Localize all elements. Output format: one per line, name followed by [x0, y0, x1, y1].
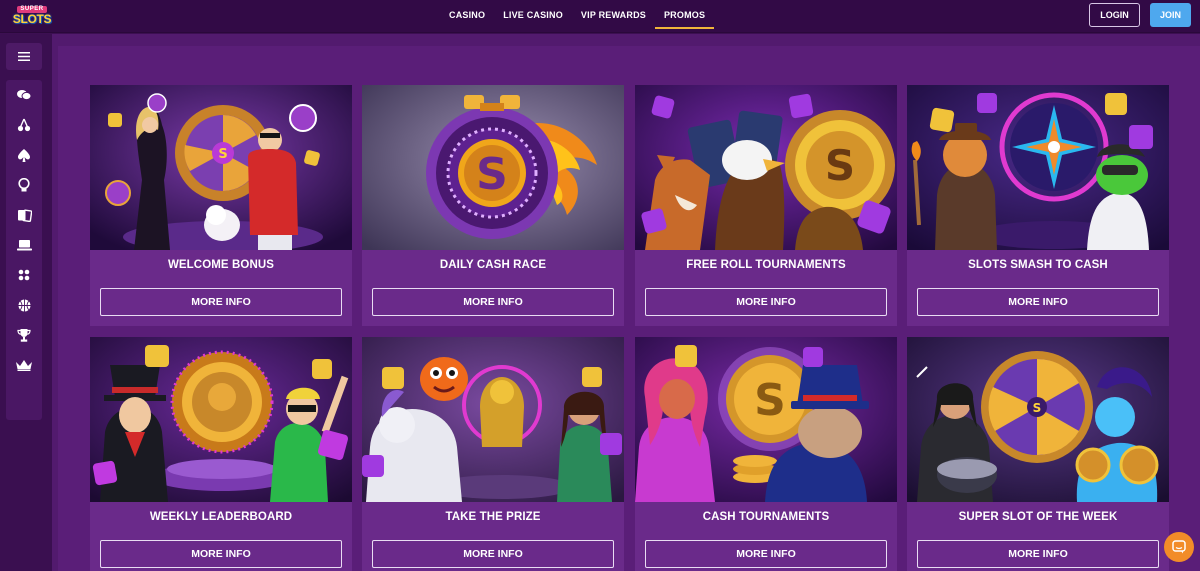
- sidebar-category-list: [6, 80, 42, 420]
- more-info-button[interactable]: MORE INFO: [917, 540, 1159, 568]
- promo-title: SLOTS SMASH TO CASH: [968, 259, 1108, 271]
- ball-machine-icon[interactable]: [6, 173, 42, 197]
- promo-image[interactable]: S: [635, 85, 897, 250]
- svg-text:S: S: [476, 149, 508, 200]
- promo-card: SLOTS SMASH TO CASH MORE INFO: [907, 85, 1169, 326]
- promo-card: S SUPER SLOT OF THE WEEK MORE INFO: [907, 337, 1169, 571]
- super-slots-logo[interactable]: SUPER SLOTS: [11, 4, 53, 28]
- promo-card: S CASH TOURNAMENTS MORE INFO: [635, 337, 897, 571]
- promo-title: SUPER SLOT OF THE WEEK: [958, 511, 1118, 523]
- promo-title: WEEKLY LEADERBOARD: [149, 511, 293, 523]
- promo-image[interactable]: S: [362, 85, 624, 250]
- promo-image[interactable]: S: [907, 337, 1169, 502]
- trophy-icon[interactable]: [6, 323, 42, 347]
- more-info-button[interactable]: MORE INFO: [372, 288, 614, 316]
- promo-card: WEEKLY LEADERBOARD MORE INFO: [90, 337, 352, 571]
- more-info-button[interactable]: MORE INFO: [645, 540, 887, 568]
- dots-grid-icon[interactable]: [6, 263, 42, 287]
- promo-title: CASH TOURNAMENTS: [702, 511, 830, 523]
- promo-card: TAKE THE PRIZE MORE INFO: [362, 337, 624, 571]
- laptop-icon[interactable]: [6, 233, 42, 257]
- promo-title: TAKE THE PRIZE: [445, 511, 541, 523]
- more-info-button[interactable]: MORE INFO: [100, 540, 342, 568]
- promo-card: S FREE ROLL TOURNAMENTS MORE INFO: [635, 85, 897, 326]
- logo-bottom-text: SLOTS: [12, 12, 52, 26]
- promo-title: WELCOME BONUS: [167, 259, 275, 271]
- more-info-button[interactable]: MORE INFO: [917, 288, 1159, 316]
- promo-title: FREE ROLL TOURNAMENTS: [686, 259, 846, 271]
- svg-text:S: S: [1033, 401, 1042, 415]
- nav-casino[interactable]: CASINO: [440, 0, 494, 29]
- more-info-button[interactable]: MORE INFO: [372, 540, 614, 568]
- cards-icon[interactable]: [6, 203, 42, 227]
- promo-card: S DAILY CASH RACE MORE INFO: [362, 85, 624, 326]
- more-info-button[interactable]: MORE INFO: [100, 288, 342, 316]
- hamburger-menu-icon[interactable]: [6, 43, 42, 70]
- sidebar: [0, 34, 52, 571]
- promo-image[interactable]: [907, 85, 1169, 250]
- promo-card: S WELCOME BONUS MORE INFO: [90, 85, 352, 326]
- join-button[interactable]: JOIN: [1150, 3, 1191, 27]
- svg-text:S: S: [825, 141, 855, 190]
- promos-grid: S WELCOME BONUS MORE INFO S DAILY CASH R…: [58, 46, 1200, 571]
- promo-image[interactable]: [362, 337, 624, 502]
- svg-text:S: S: [754, 375, 786, 426]
- live-chat-icon[interactable]: [1164, 532, 1194, 562]
- main-nav: CASINO LIVE CASINO VIP REWARDS PROMOS: [440, 0, 715, 33]
- more-info-button[interactable]: MORE INFO: [645, 288, 887, 316]
- promo-image[interactable]: S: [90, 85, 352, 250]
- nav-vip-rewards[interactable]: VIP REWARDS: [572, 0, 655, 29]
- nav-live-casino[interactable]: LIVE CASINO: [494, 0, 572, 29]
- promo-title: DAILY CASH RACE: [439, 259, 547, 271]
- promos-content: S WELCOME BONUS MORE INFO S DAILY CASH R…: [52, 34, 1200, 571]
- top-bar: SUPER SLOTS CASINO LIVE CASINO VIP REWAR…: [0, 0, 1200, 33]
- login-button[interactable]: LOGIN: [1089, 3, 1140, 27]
- crown-icon[interactable]: [6, 353, 42, 377]
- basketball-icon[interactable]: [6, 293, 42, 317]
- promo-image[interactable]: S: [635, 337, 897, 502]
- spade-icon[interactable]: [6, 143, 42, 167]
- cherries-icon[interactable]: [6, 113, 42, 137]
- nav-promos[interactable]: PROMOS: [654, 0, 715, 29]
- promo-image[interactable]: [90, 337, 352, 502]
- svg-text:S: S: [218, 147, 227, 162]
- chat-bubbles-icon[interactable]: [6, 83, 42, 107]
